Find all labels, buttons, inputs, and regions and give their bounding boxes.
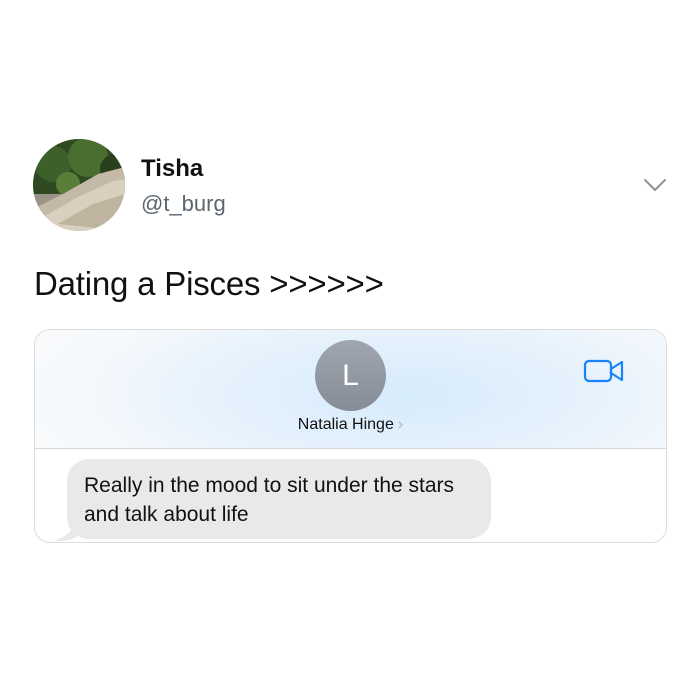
contact-avatar[interactable]: L xyxy=(315,340,386,411)
chevron-right-icon: › xyxy=(397,416,404,433)
author-handle[interactable]: @t_burg xyxy=(141,191,226,217)
chevron-down-icon[interactable] xyxy=(643,177,667,193)
contact-initial: L xyxy=(342,358,359,392)
tweet-text: Dating a Pisces >>>>>> xyxy=(34,265,384,302)
author-name[interactable]: Tisha xyxy=(141,155,203,183)
contact-name: Natalia Hinge xyxy=(297,416,394,433)
profile-avatar[interactable] xyxy=(33,139,125,231)
video-camera-icon[interactable] xyxy=(583,358,625,384)
contact-name-row[interactable]: Natalia Hinge › xyxy=(35,416,666,434)
imessage-screenshot-card: L Natalia Hinge › Really in the mood to … xyxy=(34,329,667,543)
tweet-screenshot: Tisha @t_burg Dating a Pisces >>>>>> L N… xyxy=(0,0,700,700)
conversation-header: L Natalia Hinge › xyxy=(35,330,666,449)
incoming-message-bubble[interactable]: Really in the mood to sit under the star… xyxy=(67,459,491,539)
message-text: Really in the mood to sit under the star… xyxy=(84,474,455,526)
avatar-photo xyxy=(33,139,125,231)
